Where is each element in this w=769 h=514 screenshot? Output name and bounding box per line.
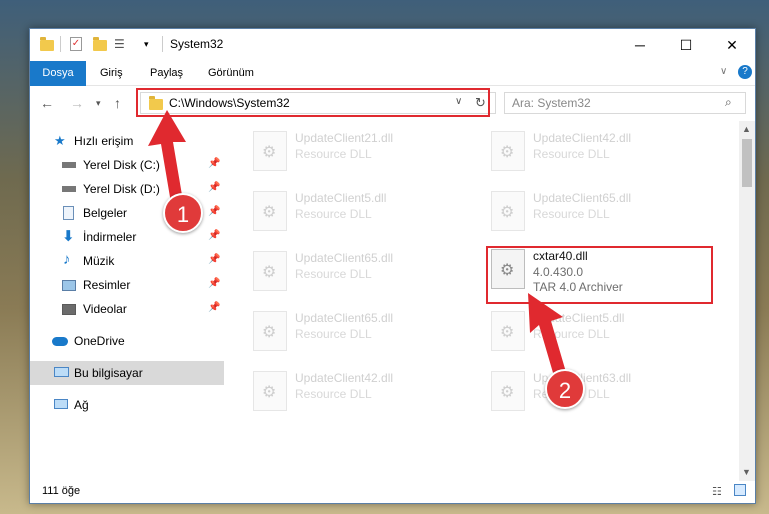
step-1-badge: 1: [163, 193, 203, 233]
step-2-badge: 2: [545, 369, 585, 409]
annotation-arrows: [148, 110, 568, 383]
arrow-1: [148, 110, 186, 203]
